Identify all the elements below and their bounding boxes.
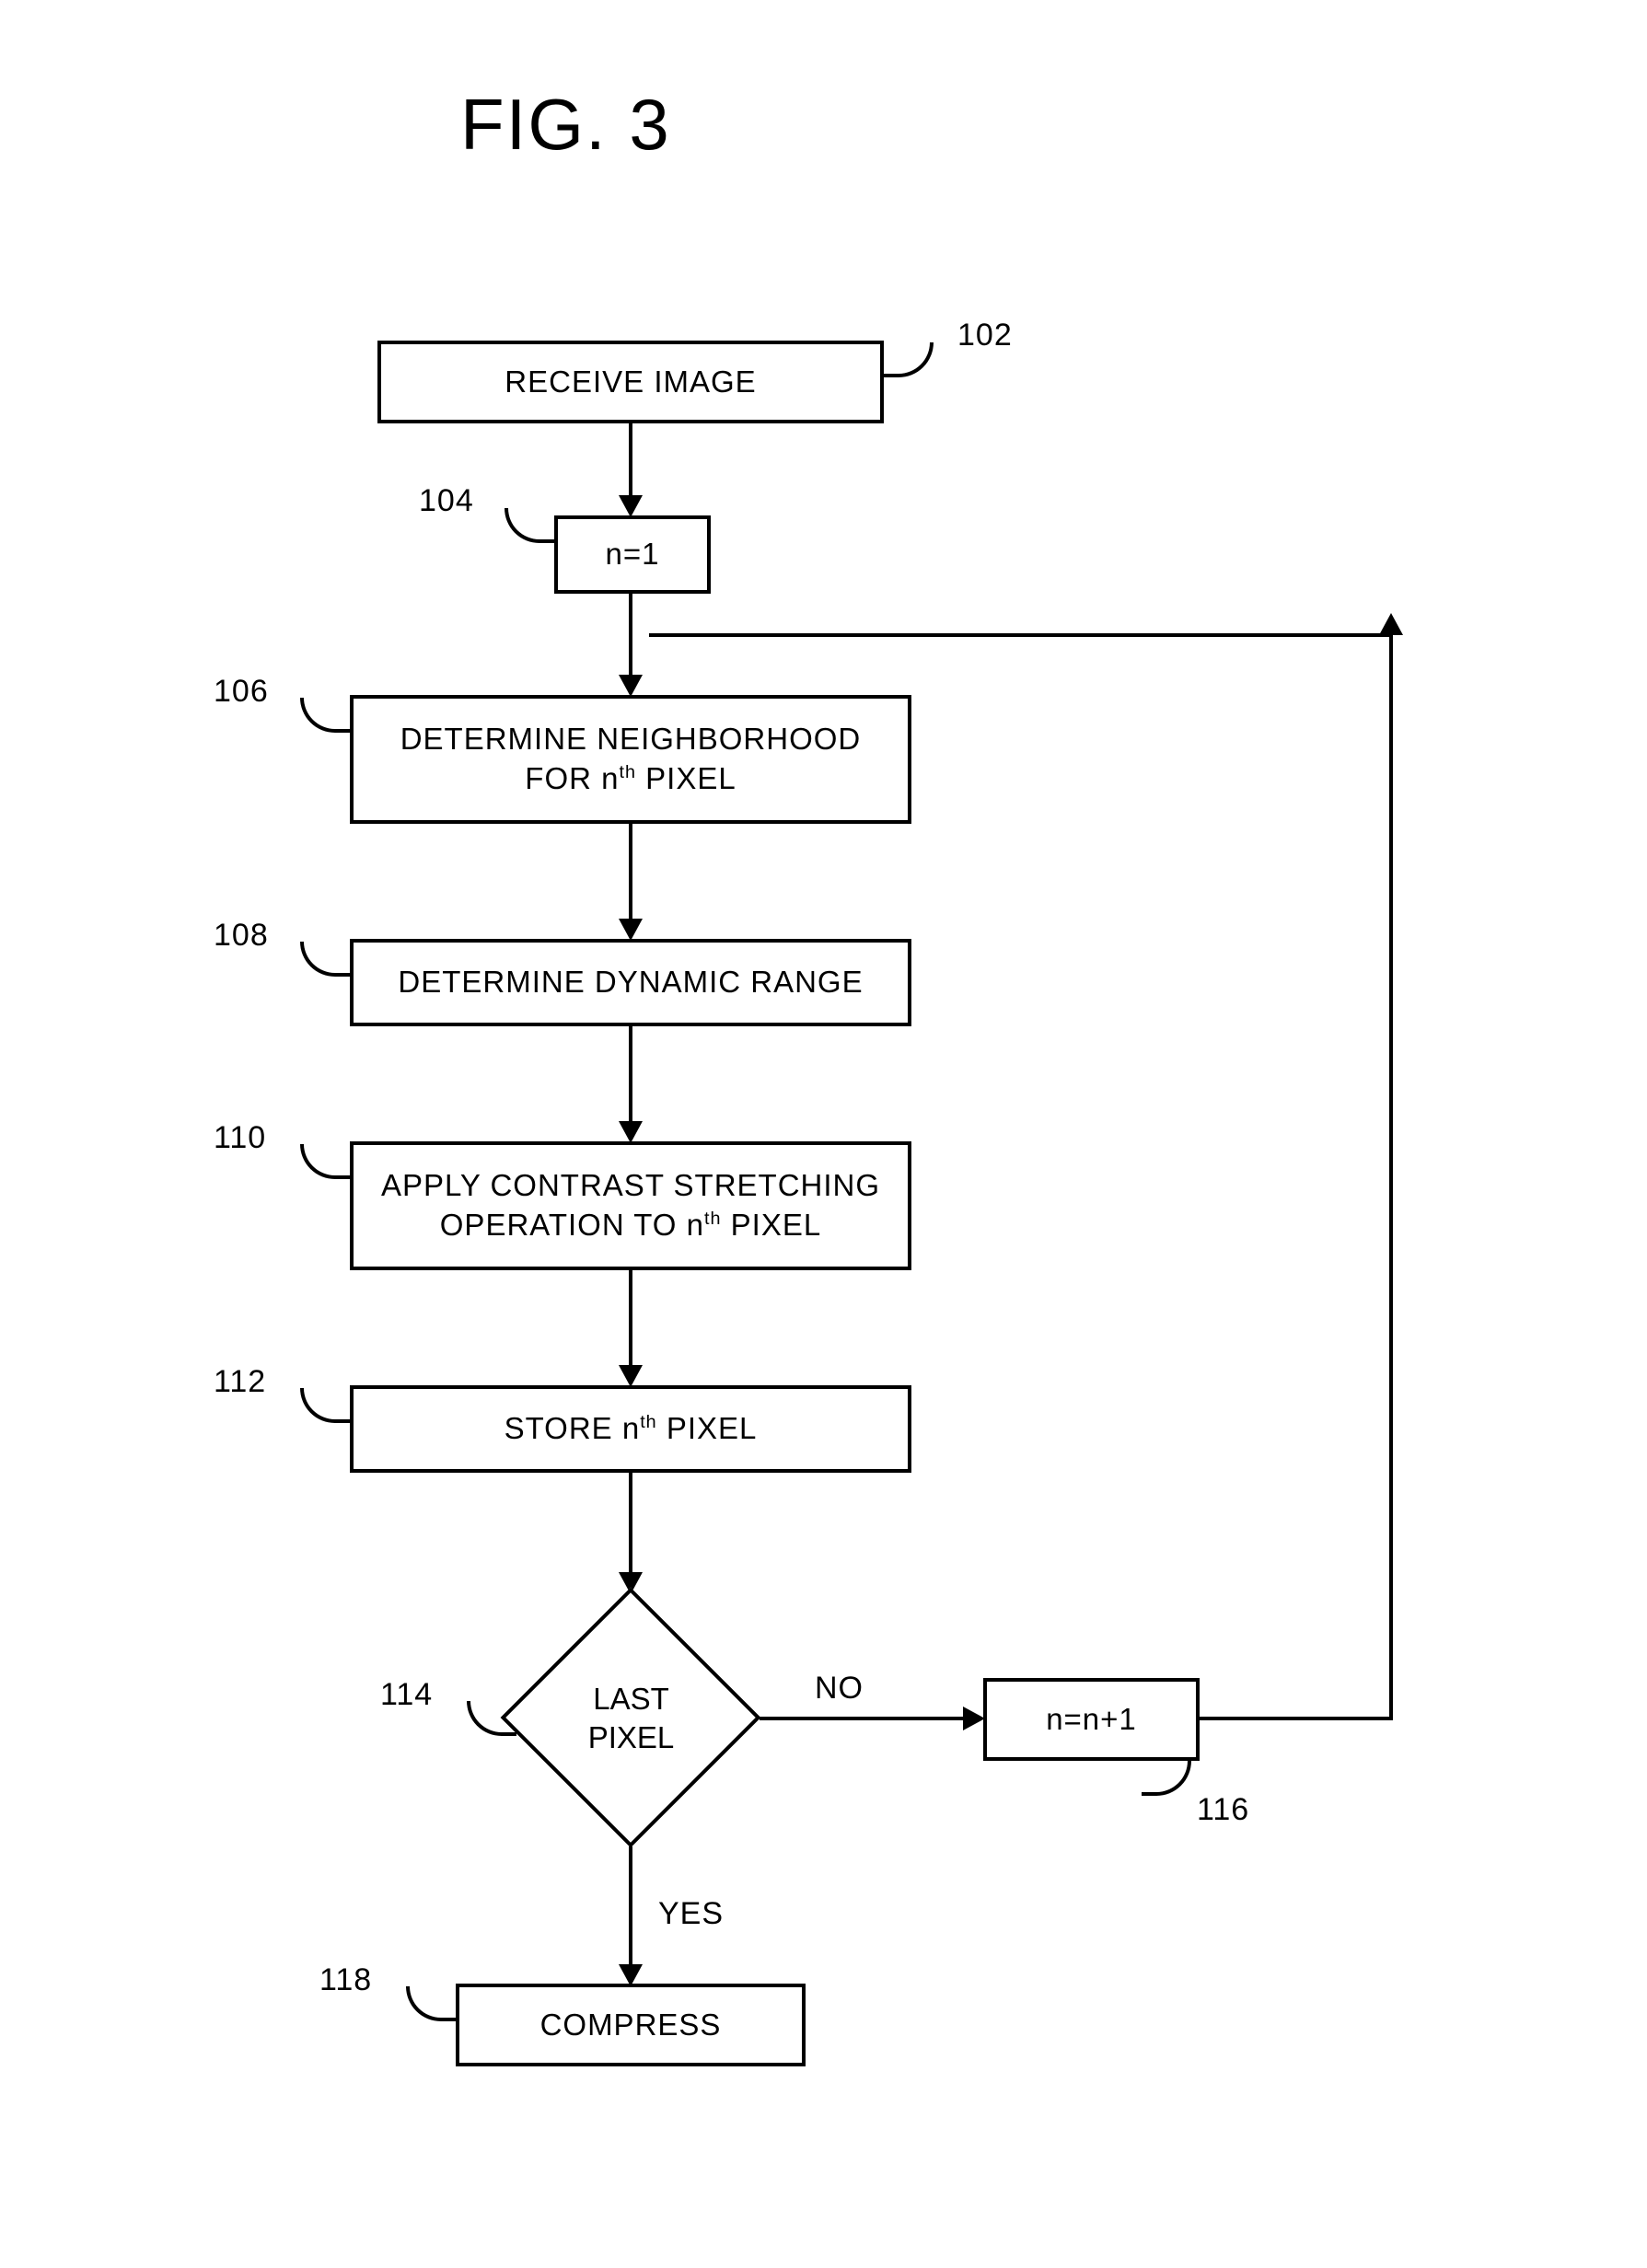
ref-hook <box>300 1144 350 1179</box>
connector <box>629 824 632 920</box>
ref-hook <box>505 508 554 543</box>
decision-last-pixel: LAST PIXEL <box>501 1588 761 1848</box>
connector <box>629 1473 632 1574</box>
step-store-pixel: STORE nth PIXEL <box>350 1385 911 1473</box>
ref-hook <box>300 698 350 733</box>
step-determine-dynamic-range: DETERMINE DYNAMIC RANGE <box>350 939 911 1026</box>
step-compress: COMPRESS <box>456 1984 806 2066</box>
ref-hook <box>300 942 350 977</box>
ref-118: 118 <box>319 1962 372 1998</box>
ref-104: 104 <box>419 483 474 519</box>
step-text: DETERMINE DYNAMIC RANGE <box>398 963 863 1002</box>
step-text: RECEIVE IMAGE <box>505 363 756 402</box>
ref-hook <box>884 342 934 377</box>
arrowhead-down-icon <box>619 1365 643 1387</box>
ref-106: 106 <box>214 674 269 710</box>
arrowhead-down-icon <box>619 919 643 941</box>
ref-112: 112 <box>214 1364 266 1400</box>
ref-hook <box>1142 1761 1191 1796</box>
decision-text: LAST PIXEL <box>501 1588 761 1848</box>
connector <box>629 1026 632 1123</box>
ref-110: 110 <box>214 1120 266 1156</box>
ref-114: 114 <box>380 1677 433 1713</box>
arrowhead-down-icon <box>619 675 643 697</box>
ref-hook <box>467 1701 516 1736</box>
arrowhead-right-icon <box>963 1707 985 1730</box>
label-yes: YES <box>658 1896 724 1932</box>
step-line2: OPERATION TO nth PIXEL <box>440 1206 821 1245</box>
ref-102: 102 <box>957 318 1013 353</box>
step-line2: FOR nth PIXEL <box>525 759 736 799</box>
flowchart-canvas: FIG. 3 RECEIVE IMAGE 102 n=1 104 DETERMI… <box>0 0 1647 2268</box>
step-receive-image: RECEIVE IMAGE <box>377 341 884 423</box>
arrowhead-down-icon <box>619 1121 643 1143</box>
step-text: COMPRESS <box>540 2006 722 2045</box>
step-line1: STORE nth PIXEL <box>505 1409 758 1449</box>
ref-116: 116 <box>1197 1792 1249 1828</box>
arrowhead-up-icon <box>1379 613 1403 635</box>
connector <box>629 1846 632 1966</box>
ref-108: 108 <box>214 918 269 954</box>
step-init-n: n=1 <box>554 515 711 594</box>
step-text: n=1 <box>606 535 660 574</box>
step-text: n=n+1 <box>1046 1700 1137 1740</box>
step-line1: DETERMINE NEIGHBORHOOD <box>400 720 862 759</box>
step-increment-n: n=n+1 <box>983 1678 1200 1761</box>
label-no: NO <box>815 1671 864 1707</box>
connector <box>1200 1717 1393 1720</box>
ref-hook <box>300 1388 350 1423</box>
step-line1: APPLY CONTRAST STRETCHING <box>381 1166 880 1206</box>
connector <box>649 633 1393 637</box>
step-determine-neighborhood: DETERMINE NEIGHBORHOOD FOR nth PIXEL <box>350 695 911 824</box>
step-apply-contrast-stretching: APPLY CONTRAST STRETCHING OPERATION TO n… <box>350 1141 911 1270</box>
figure-title: FIG. 3 <box>460 83 671 167</box>
connector <box>629 1270 632 1367</box>
connector <box>629 423 632 497</box>
arrowhead-down-icon <box>619 495 643 517</box>
connector <box>760 1717 965 1720</box>
connector <box>1389 633 1393 1720</box>
connector <box>629 594 632 677</box>
ref-hook <box>406 1986 456 2021</box>
